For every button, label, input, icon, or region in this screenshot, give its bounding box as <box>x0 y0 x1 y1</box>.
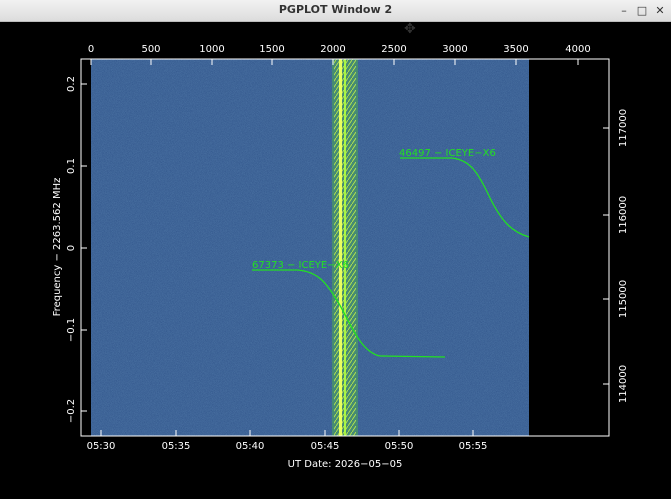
bottom-tick-label: 05:35 <box>162 441 191 452</box>
bottom-tick-label: 05:30 <box>87 441 116 452</box>
top-tick-label: 3500 <box>503 44 528 55</box>
top-tick-label: 2000 <box>320 44 345 55</box>
annotation-46497: 46497 − ICEYE−X6 <box>399 148 496 159</box>
bottom-tick-label: 05:50 <box>385 441 414 452</box>
right-tick-marks <box>603 127 609 385</box>
annotation-67373: 67373 − ICEYE−X6 <box>252 260 349 271</box>
top-tick-label: 500 <box>141 44 160 55</box>
left-tick-label: 0 <box>66 245 77 251</box>
bottom-tick-label: 05:45 <box>311 441 340 452</box>
left-tick-label: −0.2 <box>66 399 77 423</box>
right-tick-label: 114000 <box>618 365 629 403</box>
top-tick-label: 1000 <box>199 44 224 55</box>
y-axis-title: Frequency − 2263.562 MHz <box>52 178 63 317</box>
top-tick-label: 4000 <box>565 44 590 55</box>
left-tick-label: 0.2 <box>66 76 77 92</box>
top-tick-label: 3000 <box>442 44 467 55</box>
left-tick-label: 0.1 <box>66 158 77 174</box>
left-tick-label: −0.1 <box>66 318 77 342</box>
bottom-tick-label: 05:55 <box>459 441 488 452</box>
top-tick-label: 2500 <box>381 44 406 55</box>
pgplot-window: PGPLOT Window 2 – □ ✕ ✥ 46497 − ICEYE−X6… <box>0 0 671 499</box>
spectrogram-noise <box>91 59 529 436</box>
left-tick-marks <box>81 83 87 412</box>
waterfall-plot[interactable]: 46497 − ICEYE−X6 67373 − ICEYE−X6 0 500 … <box>0 0 671 499</box>
x-axis-title: UT Date: 2026−05−05 <box>288 459 403 470</box>
top-tick-label: 0 <box>88 44 94 55</box>
right-tick-label: 117000 <box>618 109 629 147</box>
signal-band-core-2 <box>344 59 346 436</box>
right-tick-label: 115000 <box>618 280 629 318</box>
top-tick-label: 1500 <box>259 44 284 55</box>
bottom-tick-label: 05:40 <box>236 441 265 452</box>
right-tick-label: 116000 <box>618 196 629 234</box>
signal-band-core <box>339 59 342 436</box>
